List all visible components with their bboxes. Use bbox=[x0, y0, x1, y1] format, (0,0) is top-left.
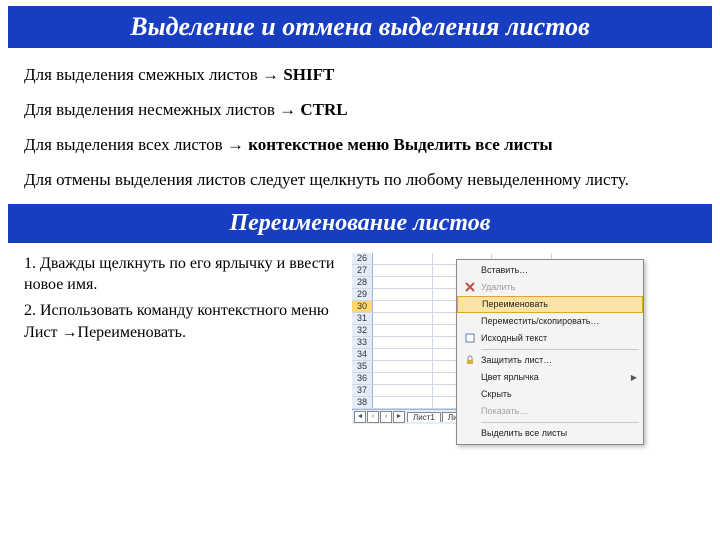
cell[interactable] bbox=[373, 301, 433, 312]
menu-item-source[interactable]: Исходный текст bbox=[457, 330, 643, 347]
cell[interactable] bbox=[373, 289, 433, 300]
menu-label: Исходный текст bbox=[481, 333, 637, 343]
line-ctrl: Для выделения несмежных листов → CTRL bbox=[24, 99, 696, 122]
row-header[interactable]: 31 bbox=[352, 313, 373, 324]
menu-label: Выделить все листы bbox=[481, 428, 637, 438]
sheet-tab[interactable]: Лист1 bbox=[407, 412, 441, 422]
kbd-shift: SHIFT bbox=[283, 65, 334, 84]
heading-selection: Выделение и отмена выделения листов bbox=[8, 6, 712, 48]
chevron-right-icon: ▶ bbox=[631, 373, 637, 382]
cell[interactable] bbox=[373, 325, 433, 336]
row-header[interactable]: 30 bbox=[352, 301, 373, 312]
menu-item-protect[interactable]: Защитить лист… bbox=[457, 352, 643, 369]
menu-select-all-ref: контекстное меню Выделить все листы bbox=[248, 135, 552, 154]
cell[interactable] bbox=[373, 397, 433, 408]
cell[interactable] bbox=[373, 349, 433, 360]
heading-rename: Переименование листов bbox=[8, 204, 712, 243]
menu-item-hide[interactable]: Скрыть bbox=[457, 386, 643, 403]
body-text: Для выделения смежных листов → SHIFT Для… bbox=[0, 52, 720, 192]
line-deselect: Для отмены выделения листов следует щелк… bbox=[24, 169, 696, 192]
menu-item-insert[interactable]: Вставить… bbox=[457, 262, 643, 279]
line-all: Для выделения всех листов → контекстное … bbox=[24, 134, 696, 157]
tab-nav-button[interactable]: ► bbox=[393, 411, 405, 423]
cell[interactable] bbox=[373, 361, 433, 372]
menu-label: Удалить bbox=[481, 282, 637, 292]
tab-nav-button[interactable]: ‹ bbox=[367, 411, 379, 423]
menu-item-delete[interactable]: Удалить bbox=[457, 279, 643, 296]
line-shift: Для выделения смежных листов → SHIFT bbox=[24, 64, 696, 87]
menu-item-tabcolor[interactable]: Цвет ярлычка ▶ bbox=[457, 369, 643, 386]
menu-label: Вставить… bbox=[481, 265, 637, 275]
instr-1: 1. Дважды щелкнуть по его ярлычку и ввес… bbox=[24, 253, 344, 296]
row-header[interactable]: 26 bbox=[352, 253, 373, 264]
instr-2: 2. Использовать команду контекстного мен… bbox=[24, 300, 344, 343]
source-icon bbox=[461, 332, 479, 344]
line-shift-text: Для выделения смежных листов → bbox=[24, 65, 283, 84]
menu-label: Цвет ярлычка bbox=[481, 372, 631, 382]
row-header[interactable]: 29 bbox=[352, 289, 373, 300]
row-header[interactable]: 33 bbox=[352, 337, 373, 348]
tab-nav-button[interactable]: › bbox=[380, 411, 392, 423]
menu-label: Защитить лист… bbox=[481, 355, 637, 365]
menu-label: Переименовать bbox=[482, 299, 636, 309]
rename-instructions: 1. Дважды щелкнуть по его ярлычку и ввес… bbox=[24, 253, 344, 347]
cell[interactable] bbox=[373, 265, 433, 276]
menu-item-move[interactable]: Переместить/скопировать… bbox=[457, 313, 643, 330]
kbd-ctrl: CTRL bbox=[300, 100, 347, 119]
menu-separator bbox=[481, 349, 639, 350]
cell[interactable] bbox=[373, 385, 433, 396]
row-header[interactable]: 36 bbox=[352, 373, 373, 384]
excel-screenshot: 26272829303132333435363738◄‹›►Лист1Лист2… bbox=[352, 253, 692, 423]
row-header[interactable]: 28 bbox=[352, 277, 373, 288]
row-header[interactable]: 38 bbox=[352, 397, 373, 408]
cell[interactable] bbox=[373, 337, 433, 348]
cell[interactable] bbox=[373, 277, 433, 288]
row-header[interactable]: 27 bbox=[352, 265, 373, 276]
menu-label: Скрыть bbox=[481, 389, 637, 399]
row-header[interactable]: 34 bbox=[352, 349, 373, 360]
menu-item-selectall[interactable]: Выделить все листы bbox=[457, 425, 643, 442]
line-all-text: Для выделения всех листов → bbox=[24, 135, 248, 154]
cell[interactable] bbox=[373, 373, 433, 384]
cell[interactable] bbox=[373, 253, 433, 264]
row-header[interactable]: 35 bbox=[352, 361, 373, 372]
context-menu: Вставить… Удалить Переименовать Перемест… bbox=[456, 259, 644, 445]
row-header[interactable]: 32 bbox=[352, 325, 373, 336]
line-ctrl-text: Для выделения несмежных листов → bbox=[24, 100, 300, 119]
delete-icon bbox=[461, 281, 479, 293]
menu-label: Переместить/скопировать… bbox=[481, 316, 637, 326]
menu-separator bbox=[481, 422, 639, 423]
lock-icon bbox=[461, 354, 479, 366]
menu-item-show[interactable]: Показать… bbox=[457, 403, 643, 420]
menu-label: Показать… bbox=[481, 406, 637, 416]
tab-nav-button[interactable]: ◄ bbox=[354, 411, 366, 423]
menu-item-rename[interactable]: Переименовать bbox=[457, 296, 643, 313]
row-header[interactable]: 37 bbox=[352, 385, 373, 396]
cell[interactable] bbox=[373, 313, 433, 324]
